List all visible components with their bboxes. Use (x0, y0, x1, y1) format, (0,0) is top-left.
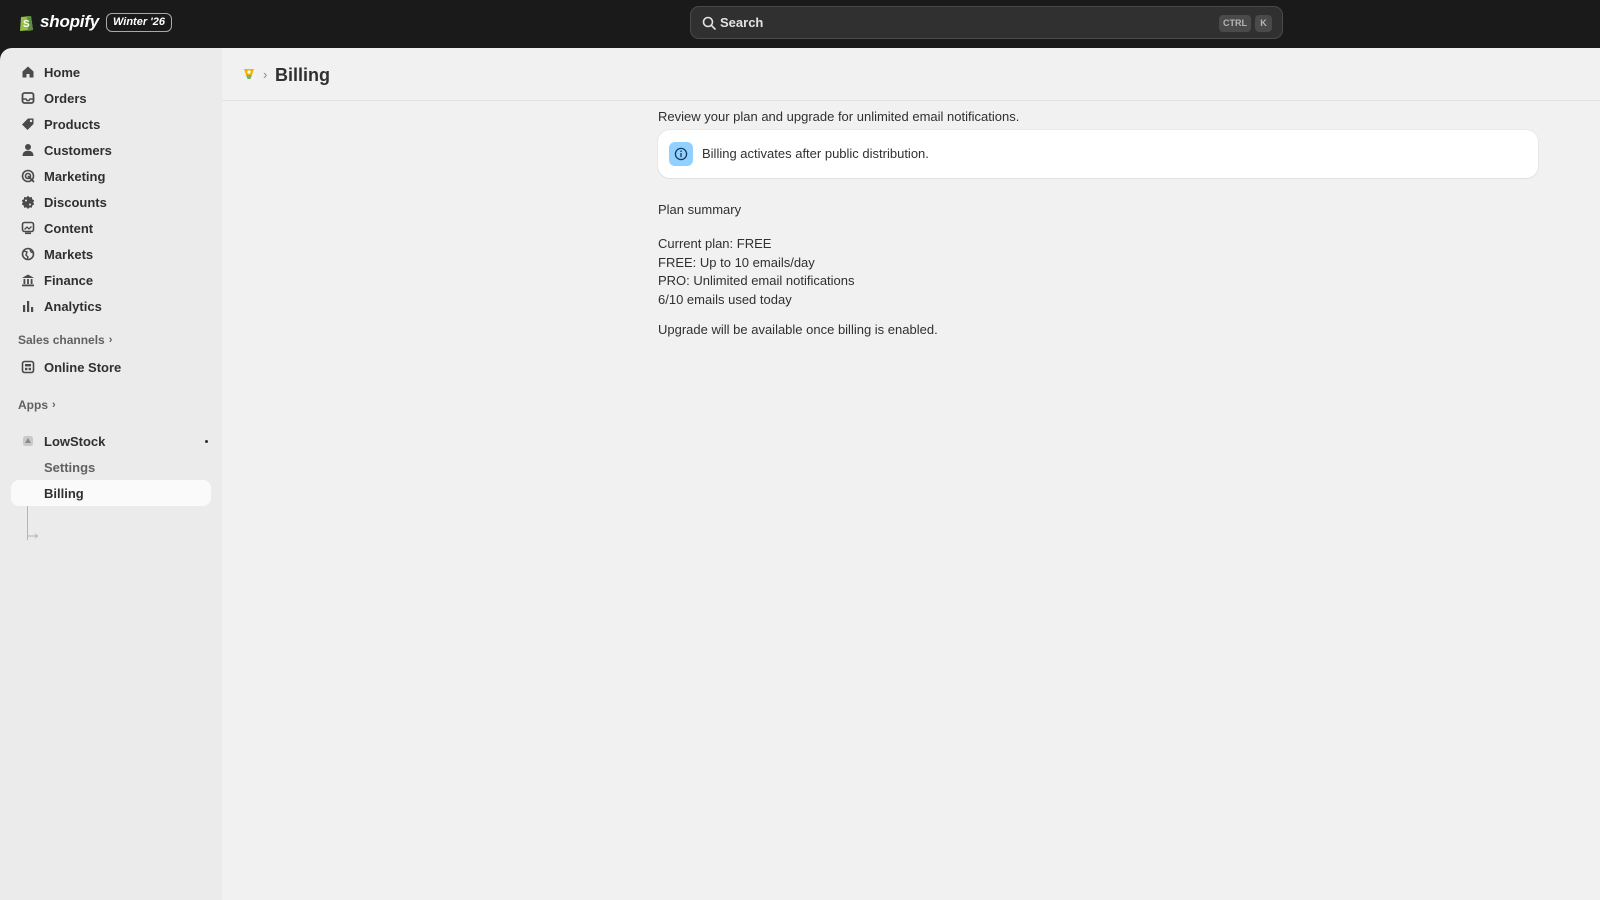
sidebar-sub-item-label: Settings (44, 460, 96, 475)
image-icon (21, 221, 35, 235)
app-icon (23, 436, 33, 446)
target-icon (21, 169, 35, 183)
apps-heading[interactable]: Apps › (18, 398, 56, 412)
search-icon (702, 16, 716, 30)
sidebar-item-finance[interactable]: Finance (11, 267, 211, 293)
plan-line-free: FREE: Up to 10 emails/day (658, 254, 815, 270)
store-icon (21, 360, 35, 374)
sidebar-item-content[interactable]: Content (11, 215, 211, 241)
tag-icon (22, 118, 34, 130)
sidebar-item-label: Finance (44, 273, 94, 288)
edition-badge: Winter '26 (106, 13, 173, 32)
sidebar-item-analytics[interactable]: Analytics (11, 293, 211, 319)
sidebar-item-label: Home (44, 65, 81, 80)
sidebar-item-markets[interactable]: Markets (11, 241, 211, 267)
sidebar-sub-item-settings[interactable]: Settings (11, 454, 211, 480)
plan-summary-heading: Plan summary (658, 202, 742, 217)
info-icon (669, 142, 693, 166)
bar-chart-icon (23, 301, 34, 312)
top-bar: S shopify Winter '26 CTRL K (0, 0, 1600, 48)
discount-icon (21, 195, 35, 209)
page-header: › Billing (222, 48, 1600, 101)
sidebar-sub-item-billing[interactable]: Billing (11, 480, 211, 506)
person-icon (22, 144, 34, 156)
plan-line-pro: PRO: Unlimited email notifications (658, 273, 855, 288)
sidebar-item-home[interactable]: Home (11, 59, 211, 85)
apps-label: Apps (18, 398, 48, 412)
chevron-right-icon: › (52, 399, 56, 411)
info-banner-text: Billing activates after public distribut… (702, 146, 929, 161)
plan-line-usage: 6/10 emails used today (658, 291, 792, 307)
main-content: › Billing Review your plan and upgrade f… (222, 48, 1600, 900)
sidebar-item-online-store[interactable]: Online Store (11, 354, 211, 380)
sidebar-item-label: Customers (44, 143, 112, 158)
shopify-logo[interactable]: S shopify (18, 12, 99, 32)
info-banner: Billing activates after public distribut… (658, 130, 1538, 178)
sales-channels-label: Sales channels (18, 333, 105, 347)
page-title: Billing (275, 65, 330, 85)
sidebar-item-label: Discounts (44, 195, 107, 210)
svg-text:S: S (23, 19, 30, 30)
globe-icon (21, 247, 35, 261)
plan-summary-list: Current plan: FREE FREE: Up to 10 emails… (658, 235, 855, 309)
sidebar-item-lowstock[interactable]: LowStock (11, 428, 211, 454)
tree-branch-icon (27, 528, 39, 539)
bank-icon (22, 274, 34, 287)
search-input[interactable] (720, 7, 1200, 38)
shortcut-ctrl-key: CTRL (1219, 15, 1251, 32)
sidebar-item-products[interactable]: Products (11, 111, 211, 137)
shopify-bag-icon: S (20, 16, 33, 31)
home-icon (22, 66, 34, 78)
billing-intro-text: Review your plan and upgrade for unlimit… (658, 109, 1020, 124)
breadcrumb-separator: › (263, 67, 268, 82)
sidebar-item-label: LowStock (44, 434, 106, 449)
shortcut-k-key: K (1255, 15, 1272, 32)
sidebar-item-discounts[interactable]: Discounts (11, 189, 211, 215)
sidebar-item-customers[interactable]: Customers (11, 137, 211, 163)
sidebar-item-label: Markets (44, 247, 94, 262)
sidebar-item-orders[interactable]: Orders (11, 85, 211, 111)
lowstock-app-icon[interactable] (241, 66, 257, 82)
sidebar-item-label: Content (44, 221, 94, 236)
sidebar-item-marketing[interactable]: Marketing (11, 163, 211, 189)
sales-channels-heading[interactable]: Sales channels › (18, 333, 112, 347)
sidebar-sub-item-label: Billing (44, 486, 84, 501)
sidebar-item-label: Orders (44, 91, 87, 106)
sidebar-item-label: Marketing (44, 169, 106, 184)
upgrade-note: Upgrade will be available once billing i… (658, 322, 938, 337)
sidebar-item-label: Online Store (44, 360, 122, 375)
plan-line-current: Current plan: FREE (658, 236, 772, 251)
brand-wordmark: shopify (40, 12, 100, 31)
chevron-right-icon: › (108, 334, 113, 346)
billing-content: Review your plan and upgrade for unlimit… (658, 109, 1538, 337)
pin-dot-icon[interactable] (205, 440, 208, 443)
search-bar[interactable]: CTRL K (690, 6, 1283, 39)
inbox-icon (21, 92, 35, 104)
sidebar-item-label: Products (44, 117, 101, 132)
sidebar: Home Orders Products Customers Marketing… (0, 48, 222, 900)
sidebar-item-label: Analytics (44, 299, 102, 314)
